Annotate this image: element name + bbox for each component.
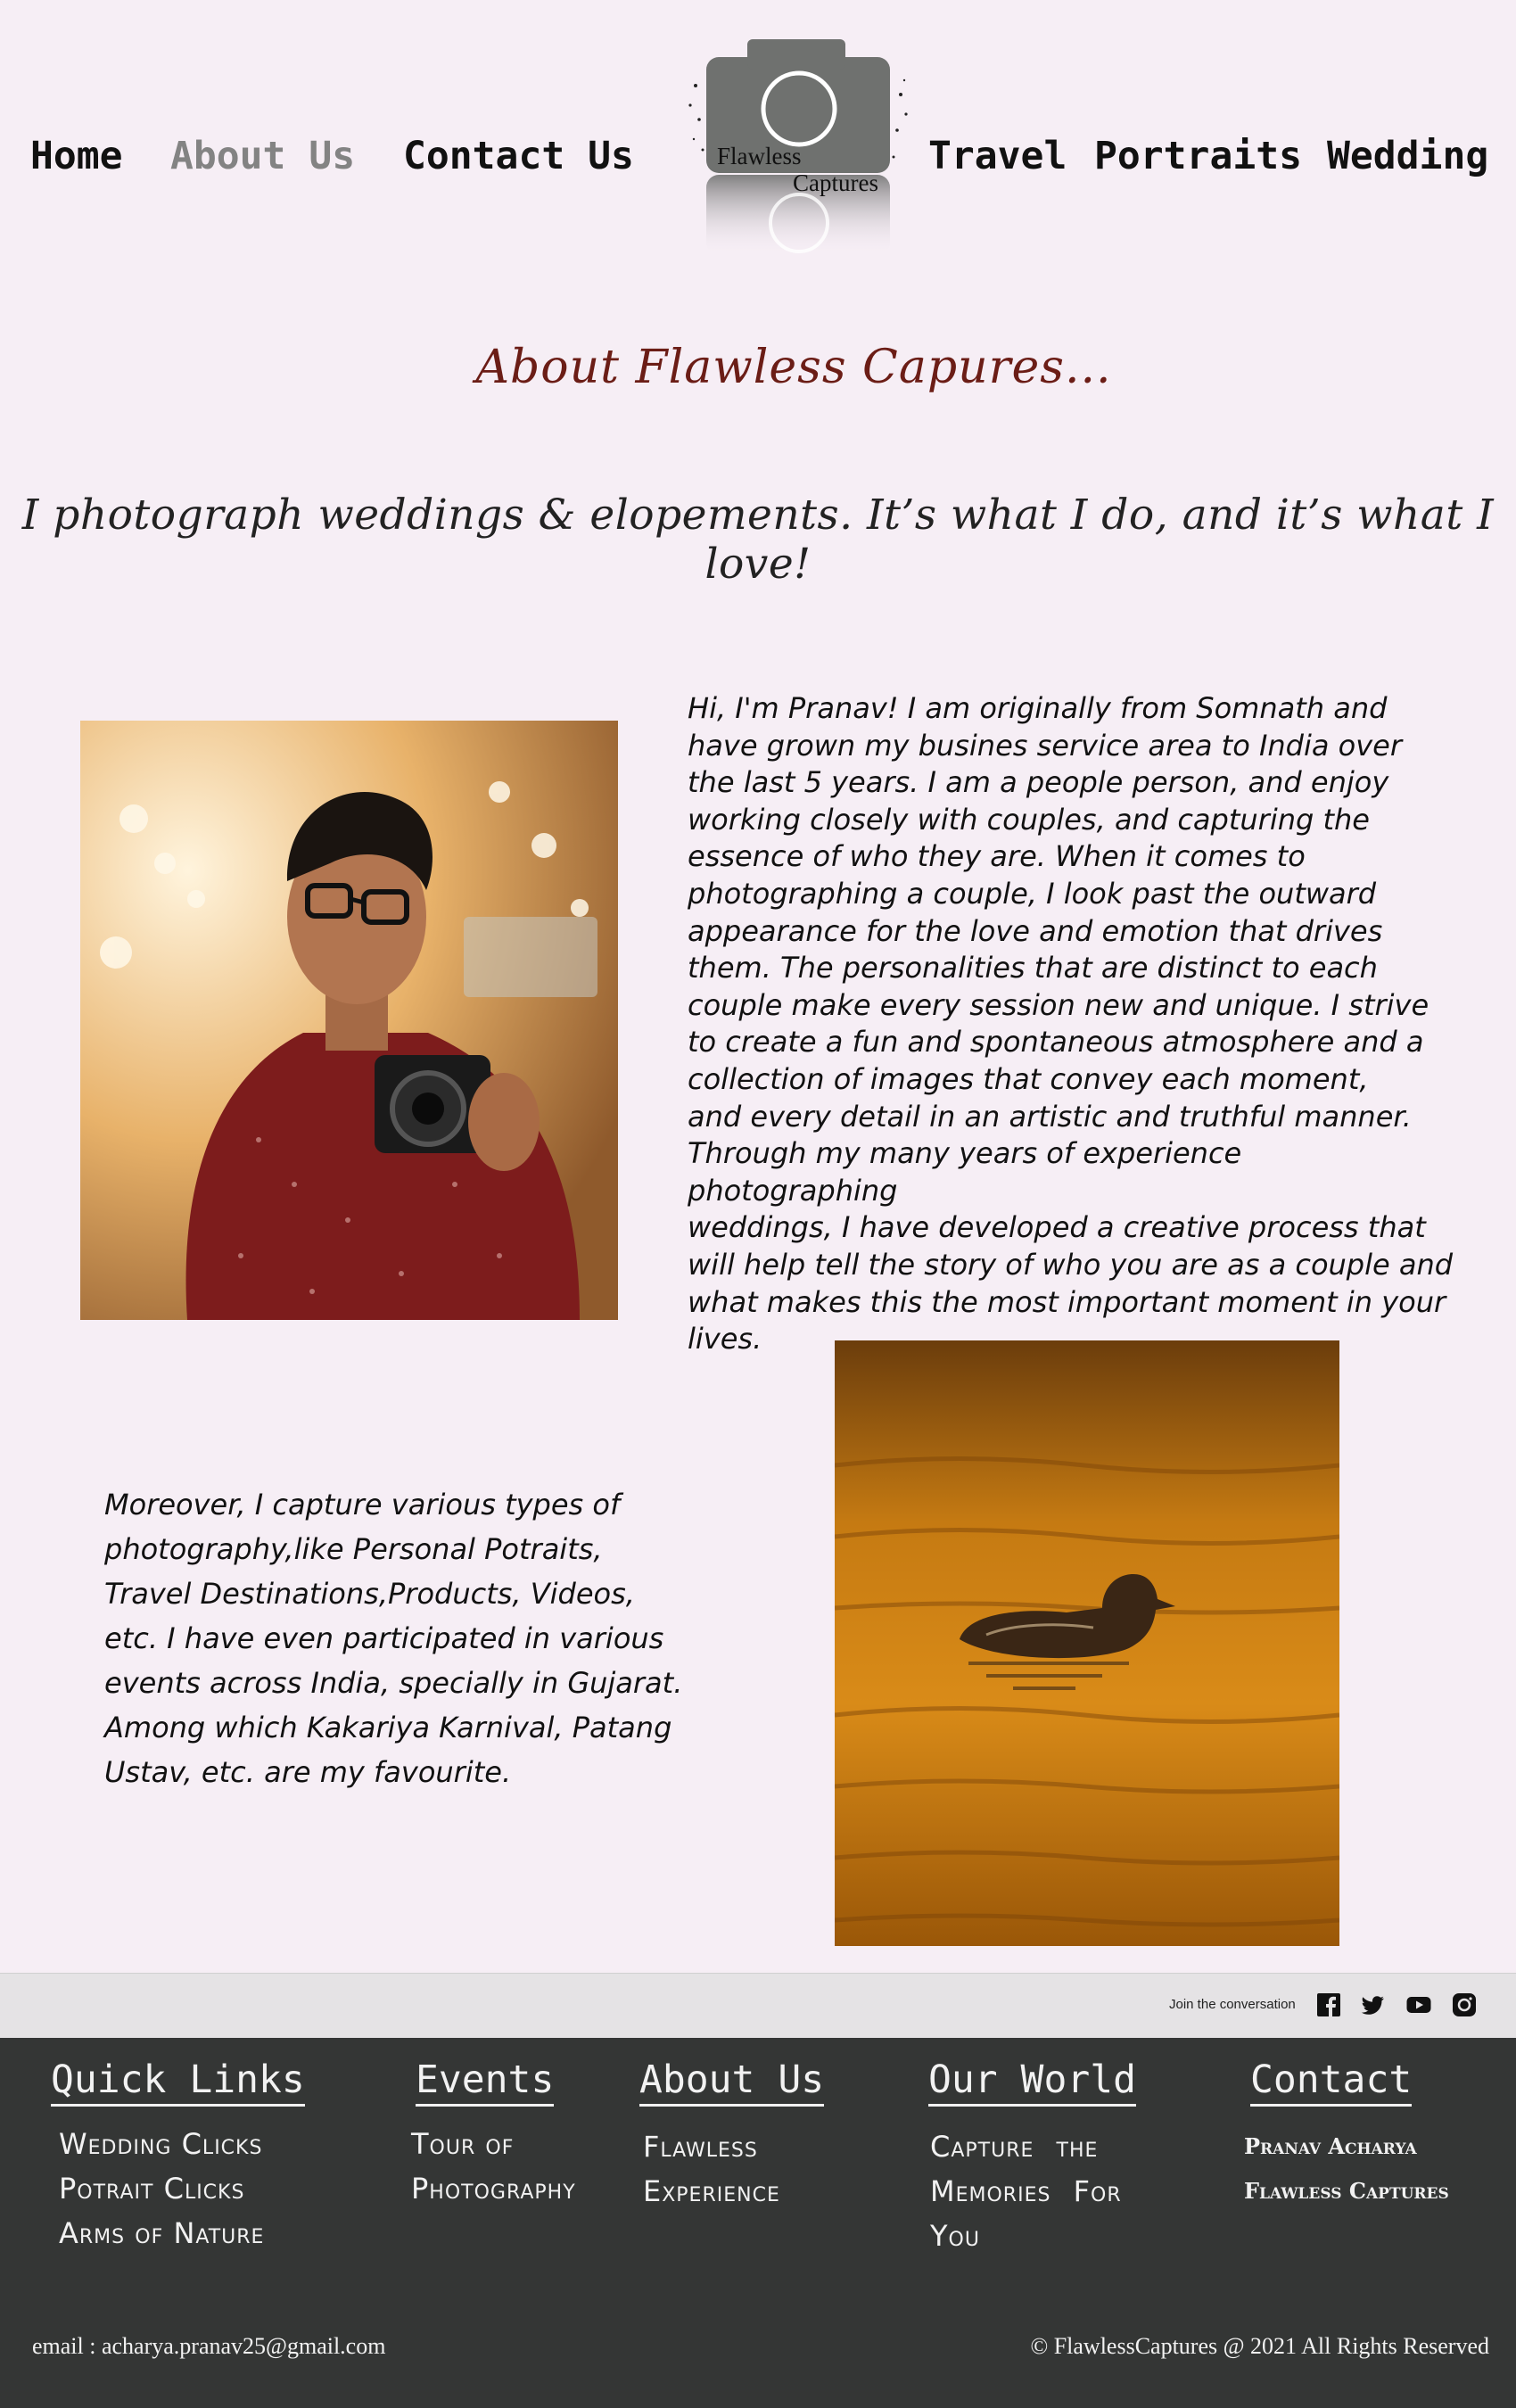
footer-heading-contact: Contact [1250, 2058, 1413, 2107]
footer-link-arms-of-nature[interactable]: Arms of Nature [59, 2216, 264, 2250]
more-line: etc. I have even participated in various [104, 1621, 664, 1655]
duck-on-water-photo [835, 1340, 1339, 1946]
more-line: photography,like Personal Potraits, [104, 1532, 603, 1566]
tagline: I photograph weddings & elopements. It’s… [21, 491, 1495, 589]
bio-line: photographing a couple, I look past the … [688, 876, 1377, 911]
bio-line: and every detail in an artistic and trut… [688, 1099, 1412, 1134]
footer-heading-quick-links: Quick Links [51, 2058, 305, 2107]
photographer-portrait-photo [80, 721, 618, 1320]
more-line: Moreover, I capture various types of [104, 1488, 621, 1521]
footer-copyright: © FlawlessCaptures @ 2021 All Rights Res… [1030, 2333, 1489, 2359]
facebook-icon[interactable] [1316, 1992, 1341, 2017]
bio-line: essence of who they are. When it comes t… [688, 839, 1306, 874]
footer-link-flawless-experience[interactable]: Flawless [643, 2130, 758, 2164]
footer-contact-name: Pranav Acharya [1244, 2133, 1417, 2159]
logo-text-captures: Captures [793, 169, 878, 196]
bio-line: them. The personalities that are distinc… [688, 951, 1378, 985]
youtube-icon[interactable] [1406, 1992, 1431, 2017]
footer-link-tour-of-photography-line2[interactable]: Photography [411, 2172, 576, 2206]
join-conversation-text: Join the conversation [1169, 1997, 1296, 2012]
footer-contact-company: Flawless Captures [1244, 2178, 1449, 2204]
logo-text-flawless: Flawless [717, 143, 802, 169]
footer-heading-our-world: Our World [928, 2058, 1136, 2107]
footer-link-capture-memories[interactable]: Capture the [930, 2130, 1098, 2164]
bio-line: couple make every session new and unique… [688, 987, 1429, 1022]
bio-line: working closely with couples, and captur… [688, 802, 1370, 837]
footer-link-flawless-experience-line2[interactable]: Experience [643, 2174, 780, 2208]
footer-link-tour-of-photography[interactable]: Tour of [411, 2127, 514, 2161]
footer-heading-about-us: About Us [639, 2058, 825, 2107]
footer-email[interactable]: email : acharya.pranav25@gmail.com [32, 2333, 385, 2360]
footer-link-potrait-clicks[interactable]: Potrait Clicks [59, 2172, 244, 2206]
bio-line: will help tell the story of who you are … [688, 1247, 1454, 1282]
bio-line: weddings, I have developed a creative pr… [688, 1210, 1426, 1245]
bio-line: Through my many years of experience phot… [688, 1136, 1242, 1208]
more-line: Among which Kakariya Karnival, Patang [104, 1711, 672, 1744]
instagram-icon[interactable] [1452, 1992, 1477, 2017]
nav-wedding[interactable]: Wedding [1327, 134, 1488, 178]
bio-line: to create a fun and spontaneous atmosphe… [688, 1025, 1424, 1060]
footer-link-capture-memories-line2[interactable]: Memories For [930, 2174, 1122, 2208]
bio-line: appearance for the love and emotion that… [688, 913, 1383, 948]
nav-portraits[interactable]: Portraits [1094, 134, 1302, 178]
nav-about-us[interactable]: About Us [170, 134, 355, 178]
more-line: Ustav, etc. are my favourite. [104, 1755, 512, 1789]
nav-contact-us[interactable]: Contact Us [403, 134, 634, 178]
nav-home[interactable]: Home [30, 134, 123, 178]
social-bar: Join the conversation [0, 1973, 1516, 2038]
photography-types-paragraph: Moreover, I capture various types of pho… [104, 1482, 711, 1794]
footer-link-wedding-clicks[interactable]: Wedding Clicks [59, 2127, 262, 2161]
bio-line: collection of images that convey each mo… [688, 1061, 1369, 1096]
twitter-icon[interactable] [1361, 1992, 1386, 2017]
bio-paragraph: Hi, I'm Pranav! I am originally from Som… [688, 690, 1454, 1358]
bio-line: Hi, I'm Pranav! I am originally from Som… [688, 691, 1388, 725]
bio-line: have grown my busines service area to In… [688, 728, 1402, 763]
more-line: Travel Destinations,Products, Videos, [104, 1577, 635, 1611]
nav-travel[interactable]: Travel [928, 134, 1067, 178]
footer-heading-events: Events [416, 2058, 555, 2107]
bio-line: the last 5 years. I am a people person, … [688, 765, 1389, 800]
bio-line: what makes this the most important momen… [688, 1284, 1446, 1319]
footer: Quick Links Wedding Clicks Potrait Click… [0, 2038, 1516, 2408]
footer-link-capture-memories-line3[interactable]: You [930, 2219, 980, 2253]
page-title: About Flawless Capures... [475, 341, 1112, 394]
logo[interactable]: Flawless Captures [680, 32, 915, 255]
more-line: events across India, specially in Gujara… [104, 1666, 683, 1700]
